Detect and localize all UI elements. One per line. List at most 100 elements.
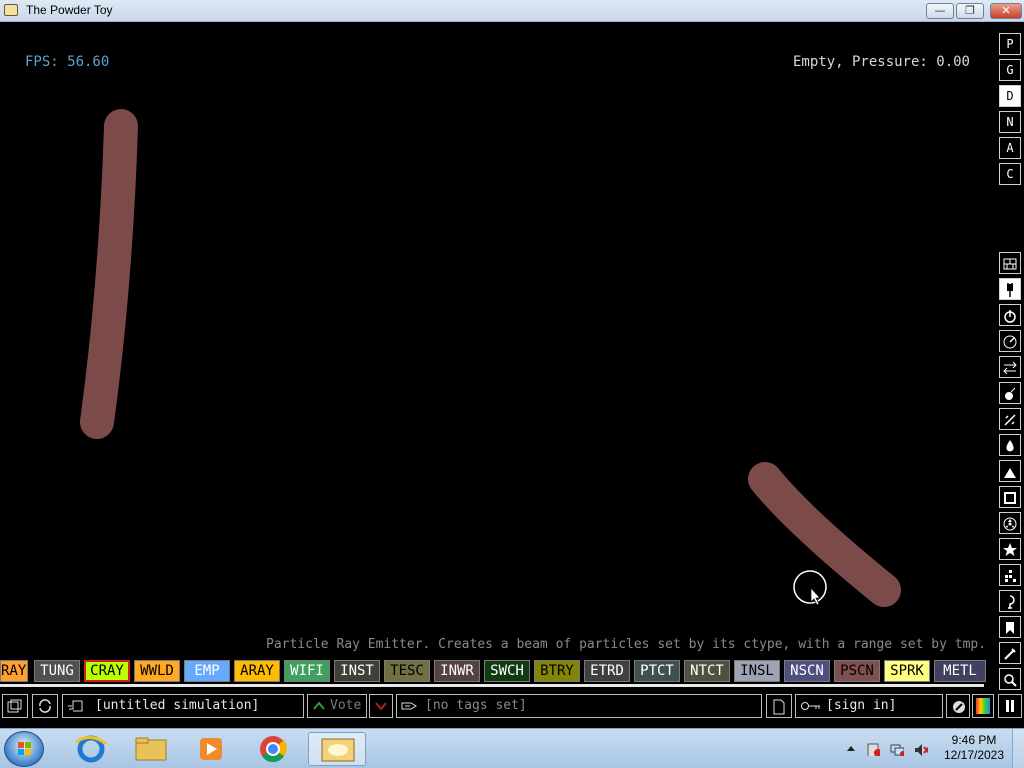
vote-up-button[interactable]: Vote xyxy=(307,694,367,718)
particle-stroke xyxy=(748,462,901,607)
element-button-nscn[interactable]: NSCN xyxy=(784,660,830,682)
vote-down-button[interactable] xyxy=(369,694,393,718)
category-sensors-button[interactable] xyxy=(999,330,1021,352)
category-life-button[interactable] xyxy=(999,564,1021,586)
element-button-tung[interactable]: TUNG xyxy=(34,660,80,682)
taskbar-powder-toy[interactable] xyxy=(308,732,366,766)
powders-icon xyxy=(1004,468,1016,478)
tags-field[interactable]: [no tags set] xyxy=(396,694,762,718)
category-special-button[interactable] xyxy=(999,538,1021,560)
maximize-button[interactable]: ❐ xyxy=(956,3,984,19)
search-icon xyxy=(1004,674,1017,687)
element-button-etrd[interactable]: ETRD xyxy=(584,660,630,682)
category-gases-button[interactable] xyxy=(999,408,1021,430)
renderer-button[interactable] xyxy=(972,694,994,718)
open-save-button[interactable] xyxy=(2,694,28,718)
element-button-aray[interactable]: ARAY xyxy=(234,660,280,682)
show-hidden-icons-icon[interactable] xyxy=(846,742,860,756)
category-walls-button[interactable] xyxy=(999,252,1021,274)
taskbar-chrome[interactable] xyxy=(248,732,298,766)
element-button-ntct[interactable]: NTCT xyxy=(684,660,730,682)
element-button-pscn[interactable]: PSCN xyxy=(834,660,880,682)
element-button-wwld[interactable]: WWLD xyxy=(134,660,180,682)
liquids-icon xyxy=(1006,440,1014,452)
category-electronics-button[interactable] xyxy=(999,278,1021,300)
force-icon xyxy=(1003,361,1017,375)
system-clock[interactable]: 9:46 PM 12/17/2023 xyxy=(940,733,1008,763)
category-favorites-button[interactable] xyxy=(999,616,1021,638)
reload-button[interactable] xyxy=(32,694,58,718)
decoration-icon xyxy=(1004,648,1016,660)
close-button[interactable]: ✕ xyxy=(990,3,1022,19)
network-icon[interactable] xyxy=(890,742,904,756)
sensors-icon xyxy=(1003,335,1017,349)
action-center-icon[interactable] xyxy=(866,742,880,756)
element-button-inst[interactable]: INST xyxy=(334,660,380,682)
settings-button[interactable] xyxy=(946,694,970,718)
color-palette-icon xyxy=(976,698,990,714)
radioactive-icon xyxy=(1003,517,1017,531)
show-desktop-button[interactable] xyxy=(1012,729,1024,768)
element-button-ptct[interactable]: PTCT xyxy=(634,660,680,682)
new-document-icon xyxy=(773,699,785,715)
special-icon xyxy=(1003,543,1017,556)
minimize-button[interactable]: — xyxy=(926,3,954,19)
element-button-emp[interactable]: EMP xyxy=(184,660,230,682)
side-button-a[interactable]: A xyxy=(999,137,1021,159)
powder-toy-icon xyxy=(321,738,355,762)
element-button-sprk[interactable]: SPRK xyxy=(884,660,930,682)
category-force-button[interactable] xyxy=(999,356,1021,378)
clock-time: 9:46 PM xyxy=(951,733,997,747)
tag-icon xyxy=(401,702,417,710)
explosives-icon xyxy=(1005,387,1016,400)
category-search-button[interactable] xyxy=(999,668,1021,690)
save-simulation-button[interactable]: [untitled simulation] xyxy=(62,694,304,718)
life-icon xyxy=(1005,570,1016,582)
powered-icon xyxy=(1004,310,1016,323)
element-button-metl[interactable]: METL xyxy=(934,660,986,682)
category-explosives-button[interactable] xyxy=(999,382,1021,404)
sign-in-button[interactable]: [sign in] xyxy=(795,694,943,718)
media-player-icon xyxy=(200,738,222,760)
element-strip-scrollbar[interactable] xyxy=(0,684,984,687)
new-simulation-button[interactable] xyxy=(766,694,792,718)
chrome-icon xyxy=(260,736,287,763)
taskbar-media-player[interactable] xyxy=(186,732,236,766)
thumbs-down-icon xyxy=(375,702,387,711)
category-liquids-button[interactable] xyxy=(999,434,1021,456)
category-radioactive-button[interactable] xyxy=(999,512,1021,534)
category-powders-button[interactable] xyxy=(999,460,1021,482)
side-button-c[interactable]: C xyxy=(999,163,1021,185)
key-icon xyxy=(801,702,820,710)
particle-layer xyxy=(80,109,901,607)
electronics-icon xyxy=(1007,283,1013,297)
category-solids-button[interactable] xyxy=(999,486,1021,508)
side-button-d[interactable]: D xyxy=(999,85,1021,107)
simulation-canvas[interactable]: FPS: 56.60 Empty, Pressure: 0.00 Particl… xyxy=(0,22,996,658)
category-tools-button[interactable] xyxy=(999,590,1021,612)
element-button-cray[interactable]: CRAY xyxy=(84,660,130,682)
element-button-swch[interactable]: SWCH xyxy=(484,660,530,682)
particle-stroke xyxy=(80,109,138,439)
walls-icon xyxy=(1003,258,1017,270)
side-button-p[interactable]: P xyxy=(999,33,1021,55)
element-button-wifi[interactable]: WIFI xyxy=(284,660,330,682)
taskbar-file-explorer[interactable] xyxy=(126,732,176,766)
app-icon xyxy=(4,4,18,16)
element-button-ray[interactable]: RAY xyxy=(0,660,28,682)
element-button-insl[interactable]: INSL xyxy=(734,660,780,682)
start-button[interactable] xyxy=(4,731,44,767)
element-strip: RAY TUNG CRAY WWLD EMP ARAY WIFI INST TESC INWR SW… xyxy=(0,660,990,682)
open-icon xyxy=(7,699,22,713)
element-button-btry[interactable]: BTRY xyxy=(534,660,580,682)
volume-muted-icon[interactable] xyxy=(914,742,928,756)
taskbar-internet-explorer[interactable] xyxy=(66,732,116,766)
pause-button[interactable] xyxy=(998,694,1022,718)
category-decoration-button[interactable] xyxy=(999,642,1021,664)
element-button-inwr[interactable]: INWR xyxy=(434,660,480,682)
category-powered-button[interactable] xyxy=(999,304,1021,326)
element-button-tesc[interactable]: TESC xyxy=(384,660,430,682)
side-button-n[interactable]: N xyxy=(999,111,1021,133)
side-button-g[interactable]: G xyxy=(999,59,1021,81)
window-title-bar: The Powder Toy — ❐ ✕ xyxy=(0,0,1024,22)
